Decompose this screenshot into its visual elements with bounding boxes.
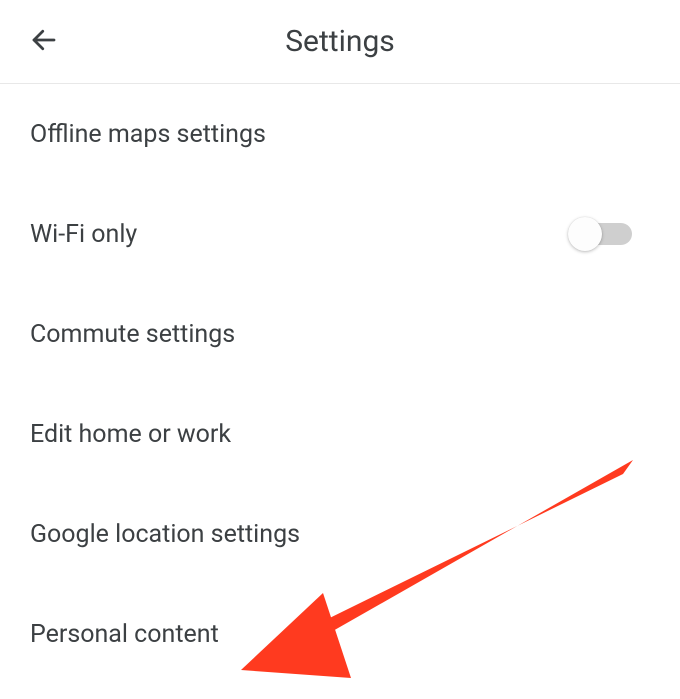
wifi-only-toggle[interactable]: [576, 223, 632, 245]
list-item-commute-settings[interactable]: Commute settings: [0, 284, 680, 384]
back-button[interactable]: [20, 18, 68, 66]
list-item-personal-content[interactable]: Personal content: [0, 584, 680, 684]
list-item-label: Commute settings: [30, 320, 235, 349]
list-item-edit-home-or-work[interactable]: Edit home or work: [0, 384, 680, 484]
list-item-label: Offline maps settings: [30, 120, 266, 149]
settings-list: Offline maps settings Wi-Fi only Commute…: [0, 84, 680, 684]
list-item-google-location-settings[interactable]: Google location settings: [0, 484, 680, 584]
list-item-label: Wi-Fi only: [30, 220, 137, 249]
list-item-label: Google location settings: [30, 520, 300, 549]
list-item-label: Personal content: [30, 620, 219, 649]
header: Settings: [0, 0, 680, 84]
toggle-knob: [568, 217, 602, 251]
list-item-label: Edit home or work: [30, 420, 231, 449]
page-title: Settings: [285, 24, 395, 59]
arrow-back-icon: [29, 25, 59, 58]
list-item-wifi-only[interactable]: Wi-Fi only: [0, 184, 680, 284]
list-item-offline-maps-settings[interactable]: Offline maps settings: [0, 84, 680, 184]
